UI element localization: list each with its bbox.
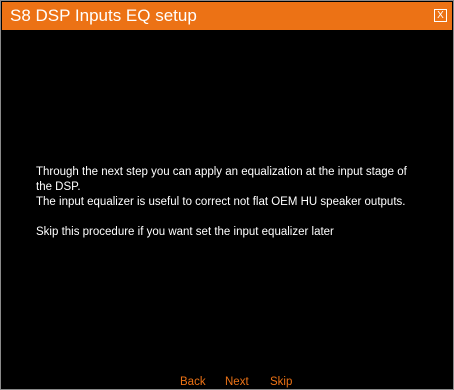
title-bar: S8 DSP Inputs EQ setup X	[2, 2, 452, 30]
navigation-bar: Back Next Skip	[1, 374, 453, 390]
description-text: Through the next step you can apply an e…	[36, 165, 436, 240]
close-button[interactable]: X	[434, 9, 447, 22]
description-line-1: Through the next step you can apply an e…	[36, 166, 407, 178]
dialog-title: S8 DSP Inputs EQ setup	[10, 6, 197, 25]
back-button[interactable]: Back	[180, 374, 206, 390]
description-line-3: The input equalizer is useful to correct…	[36, 196, 406, 208]
description-line-2: the DSP.	[36, 181, 81, 193]
dialog-window: S8 DSP Inputs EQ setup X Through the nex…	[0, 0, 454, 390]
skip-button[interactable]: Skip	[270, 374, 292, 390]
description-line-4: Skip this procedure if you want set the …	[36, 226, 334, 238]
next-button[interactable]: Next	[225, 374, 249, 390]
